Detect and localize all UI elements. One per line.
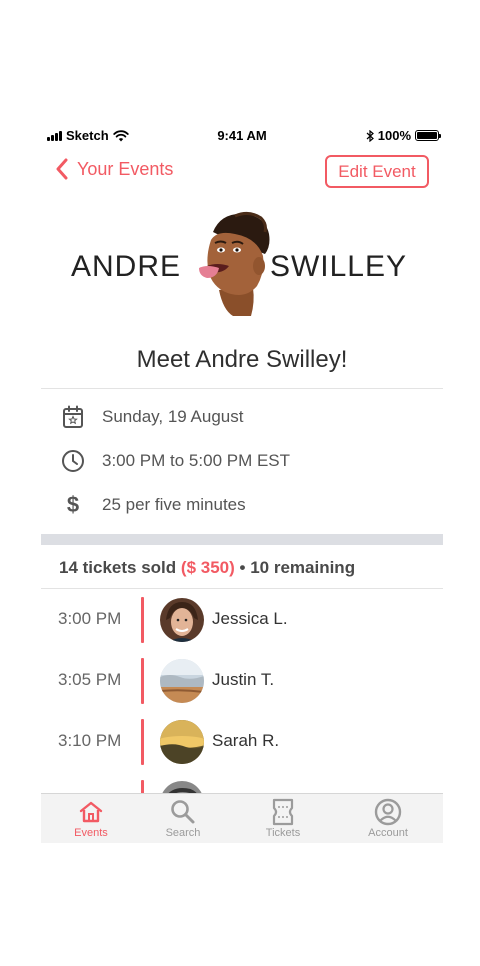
avatar xyxy=(160,659,204,703)
battery-icon xyxy=(415,130,441,141)
battery-percent: 100% xyxy=(377,128,411,143)
phone-screen: Sketch 9:41 AM 100% Your Events Edit Eve… xyxy=(41,118,443,843)
divider xyxy=(41,388,443,389)
attendee-name: Justin T. xyxy=(212,670,275,689)
search-icon xyxy=(148,798,218,826)
tab-tickets[interactable]: Tickets xyxy=(248,798,318,843)
tab-label: Tickets xyxy=(265,827,301,839)
divider xyxy=(41,588,443,589)
back-label: Your Events xyxy=(77,158,174,179)
edit-event-button[interactable]: Edit Event xyxy=(325,155,429,188)
account-icon xyxy=(353,798,423,826)
attendee-row[interactable]: 3:10 PM Sarah R. xyxy=(41,719,443,765)
tab-account[interactable]: Account xyxy=(353,798,423,843)
chevron-left-icon xyxy=(56,158,68,180)
dollar-icon: $ xyxy=(66,492,80,517)
tab-bar: Events Search Tickets Account xyxy=(41,793,443,843)
event-title: Meet Andre Swilley! xyxy=(136,346,348,373)
tickets-sold: 14 tickets sold xyxy=(59,558,177,577)
clock-icon xyxy=(58,448,88,474)
section-separator xyxy=(41,534,443,545)
timeline-bar xyxy=(141,719,144,765)
slot-time: 3:10 PM xyxy=(58,731,122,750)
timeline-bar xyxy=(141,597,144,643)
event-date-row: Sunday, 19 August xyxy=(41,402,443,432)
ticket-summary: 14 tickets sold ($ 350) • 10 remaining xyxy=(59,558,355,578)
event-date: Sunday, 19 August xyxy=(102,407,244,426)
hero-last-name: SWILLEY xyxy=(269,250,407,283)
ticket-icon xyxy=(248,798,318,826)
hero-banner: ANDRE SWILLEY xyxy=(41,210,443,320)
attendee-name: Sarah R. xyxy=(212,731,280,750)
avatar xyxy=(160,720,204,764)
calendar-icon xyxy=(58,404,88,430)
home-icon xyxy=(56,798,126,826)
tab-events[interactable]: Events xyxy=(56,798,126,843)
hero-first-name: ANDRE xyxy=(71,250,182,283)
status-bar: Sketch 9:41 AM 100% xyxy=(41,126,443,146)
tab-label: Search xyxy=(165,827,201,839)
nav-bar: Your Events Edit Event xyxy=(41,154,443,194)
back-button[interactable]: Your Events xyxy=(55,158,173,180)
tab-search[interactable]: Search xyxy=(148,798,218,843)
event-price: 25 per five minutes xyxy=(102,495,246,514)
attendee-row[interactable]: 3:00 PM Jessica L. xyxy=(41,597,443,643)
bluetooth-icon xyxy=(366,129,374,142)
artist-portrait-image xyxy=(199,211,270,316)
attendee-name: Jessica L. xyxy=(212,609,288,628)
timeline-bar xyxy=(141,658,144,704)
event-time-row: 3:00 PM to 5:00 PM EST xyxy=(41,446,443,476)
event-price-row: $ 25 per five minutes xyxy=(41,490,443,520)
slot-time: 3:05 PM xyxy=(58,670,122,689)
avatar xyxy=(160,598,204,642)
attendee-row[interactable]: 3:05 PM Justin T. xyxy=(41,658,443,704)
slot-time: 3:00 PM xyxy=(58,609,122,628)
summary-bullet: • xyxy=(239,558,246,577)
tickets-amount: ($ 350) xyxy=(180,558,235,577)
status-right: 100% xyxy=(366,128,441,143)
tickets-remaining: 10 remaining xyxy=(250,558,356,577)
tab-label: Account xyxy=(368,827,408,839)
tab-label: Events xyxy=(74,827,108,839)
event-time-range: 3:00 PM to 5:00 PM EST xyxy=(102,451,291,470)
battery-fill xyxy=(417,132,437,139)
